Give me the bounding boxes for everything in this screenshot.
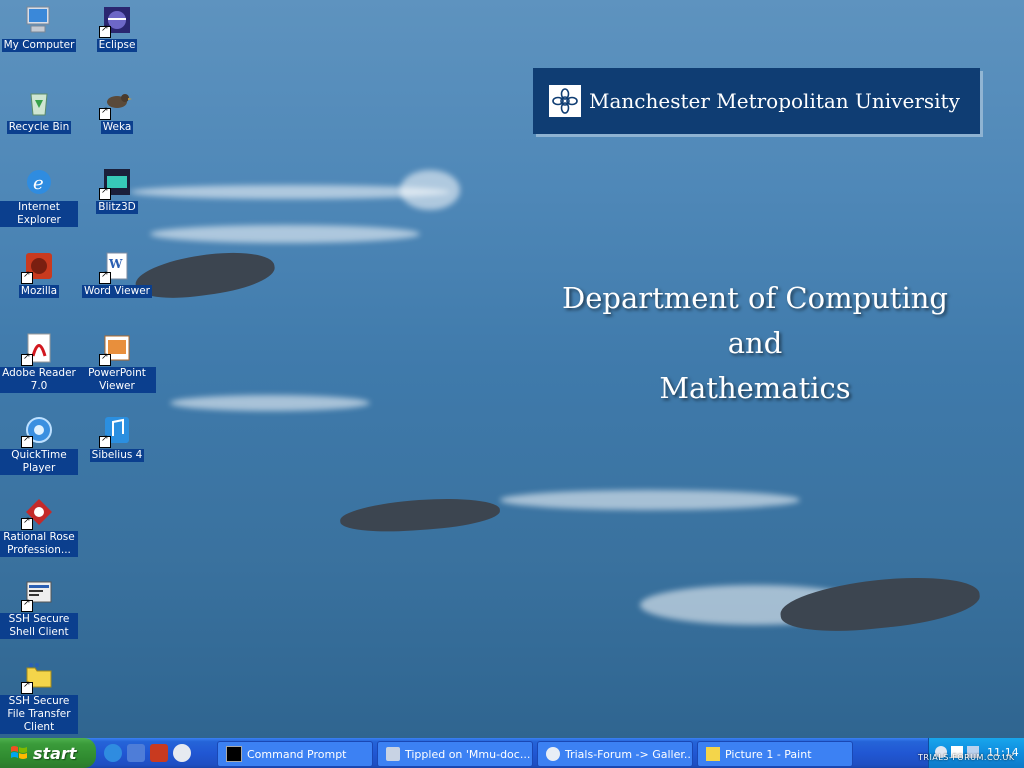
icon-label: Eclipse bbox=[96, 39, 138, 52]
desktop-icon-ssh-shell[interactable]: SSH Secure Shell Client bbox=[0, 578, 78, 639]
rational-rose-icon bbox=[21, 496, 55, 530]
icon-label: My Computer bbox=[1, 39, 77, 52]
icon-label: Blitz3D bbox=[96, 201, 138, 214]
desktop-icon-weka[interactable]: Weka bbox=[78, 86, 156, 134]
task-tippled[interactable]: Tippled on 'Mmu-doc... bbox=[377, 741, 533, 767]
start-label: start bbox=[33, 743, 77, 763]
wave bbox=[500, 490, 800, 510]
dolphin bbox=[339, 494, 501, 536]
dolphin bbox=[778, 569, 982, 639]
mozilla-icon[interactable] bbox=[150, 744, 168, 762]
mozilla-icon bbox=[21, 250, 55, 284]
desktop-icon-adobe-reader[interactable]: Adobe Reader 7.0 bbox=[0, 332, 78, 393]
shortcut-arrow-icon bbox=[21, 434, 33, 448]
paint-icon bbox=[706, 747, 720, 761]
desktop[interactable]: Manchester Metropolitan University Depar… bbox=[0, 0, 1024, 738]
task-command-prompt[interactable]: Command Prompt bbox=[217, 741, 373, 767]
eclipse-icon bbox=[99, 4, 133, 38]
task-paint[interactable]: Picture 1 - Paint bbox=[697, 741, 853, 767]
task-label: Tippled on 'Mmu-doc... bbox=[405, 747, 531, 761]
browser-icon[interactable] bbox=[127, 744, 145, 762]
desktop-icon-powerpoint-viewer[interactable]: PowerPoint Viewer bbox=[78, 332, 156, 393]
shortcut-arrow-icon bbox=[21, 270, 33, 284]
university-name: Manchester Metropolitan University bbox=[589, 89, 960, 113]
shortcut-arrow-icon bbox=[99, 434, 111, 448]
computer-icon bbox=[23, 4, 55, 36]
task-trials-forum[interactable]: Trials-Forum -> Galler... bbox=[537, 741, 693, 767]
shortcut-arrow-icon bbox=[21, 352, 33, 366]
shortcut-arrow-icon bbox=[99, 270, 111, 284]
desktop-icon-internet-explorer[interactable]: e Internet Explorer bbox=[0, 166, 78, 227]
shortcut-arrow-icon bbox=[99, 186, 111, 200]
desktop-icon-ssh-file-transfer[interactable]: SSH Secure File Transfer Client bbox=[0, 660, 78, 734]
blitz3d-icon bbox=[99, 166, 133, 200]
department-line: and bbox=[727, 326, 783, 360]
shortcut-arrow-icon bbox=[99, 352, 111, 366]
svg-text:W: W bbox=[108, 257, 123, 271]
mmu-logo-icon bbox=[549, 85, 581, 117]
media-player-icon[interactable] bbox=[173, 744, 191, 762]
command-prompt-icon bbox=[226, 746, 242, 762]
desktop-icon-quicktime[interactable]: QuickTime Player bbox=[0, 414, 78, 475]
department-title: Department of Computing and Mathematics bbox=[520, 276, 990, 411]
ssh-shell-icon bbox=[21, 578, 55, 612]
start-button[interactable]: start bbox=[0, 738, 96, 768]
quick-launch bbox=[104, 744, 191, 762]
icon-label: Sibelius 4 bbox=[89, 449, 145, 462]
internet-explorer-icon[interactable] bbox=[104, 744, 122, 762]
icon-label: Internet Explorer bbox=[0, 201, 78, 227]
desktop-icon-rational-rose[interactable]: Rational Rose Profession... bbox=[0, 496, 78, 557]
shortcut-arrow-icon bbox=[99, 24, 111, 38]
desktop-icon-mozilla[interactable]: Mozilla bbox=[0, 250, 78, 298]
browser-page-icon bbox=[546, 747, 560, 761]
shortcut-arrow-icon bbox=[21, 680, 33, 694]
shortcut-arrow-icon bbox=[99, 106, 111, 120]
shortcut-arrow-icon bbox=[21, 598, 33, 612]
wave bbox=[150, 225, 420, 243]
task-label: Command Prompt bbox=[247, 747, 347, 761]
desktop-icon-sibelius[interactable]: Sibelius 4 bbox=[78, 414, 156, 462]
recycle-bin-icon bbox=[23, 86, 55, 118]
icon-label: Word Viewer bbox=[81, 285, 153, 298]
icon-label: Mozilla bbox=[18, 285, 60, 298]
file-transfer-icon bbox=[386, 747, 400, 761]
icon-label: QuickTime Player bbox=[0, 449, 78, 475]
ssh-file-transfer-icon bbox=[21, 660, 55, 694]
watermark: TRIALS-FORUM.CO.UK bbox=[918, 753, 1015, 762]
svg-text:e: e bbox=[33, 173, 44, 194]
internet-explorer-icon: e bbox=[23, 166, 55, 198]
department-line: Department of Computing bbox=[562, 281, 948, 315]
icon-label: Rational Rose Profession... bbox=[0, 531, 78, 557]
desktop-icon-my-computer[interactable]: My Computer bbox=[0, 4, 78, 52]
desktop-icon-eclipse[interactable]: Eclipse bbox=[78, 4, 156, 52]
sibelius-icon bbox=[99, 414, 133, 448]
wave bbox=[170, 395, 370, 411]
task-label: Trials-Forum -> Galler... bbox=[565, 747, 693, 761]
university-banner: Manchester Metropolitan University bbox=[533, 68, 980, 134]
desktop-icon-word-viewer[interactable]: W Word Viewer bbox=[78, 250, 156, 298]
icon-label: Weka bbox=[100, 121, 134, 134]
word-viewer-icon: W bbox=[99, 250, 133, 284]
icon-label: Adobe Reader 7.0 bbox=[0, 367, 78, 393]
taskbar: start Command Prompt Tippled on 'Mmu-doc… bbox=[0, 738, 1024, 768]
department-line: Mathematics bbox=[659, 371, 851, 405]
icon-label: Recycle Bin bbox=[6, 121, 72, 134]
icon-label: SSH Secure File Transfer Client bbox=[0, 695, 78, 734]
adobe-reader-icon bbox=[21, 332, 55, 366]
quicktime-icon bbox=[21, 414, 55, 448]
task-label: Picture 1 - Paint bbox=[725, 747, 812, 761]
icon-label: SSH Secure Shell Client bbox=[0, 613, 78, 639]
wave bbox=[400, 170, 460, 210]
icon-label: PowerPoint Viewer bbox=[78, 367, 156, 393]
shortcut-arrow-icon bbox=[21, 516, 33, 530]
windows-flag-icon bbox=[11, 746, 27, 759]
powerpoint-viewer-icon bbox=[99, 332, 133, 366]
desktop-icon-blitz3d[interactable]: Blitz3D bbox=[78, 166, 156, 214]
weka-bird-icon bbox=[99, 86, 133, 120]
desktop-icon-recycle-bin[interactable]: Recycle Bin bbox=[0, 86, 78, 134]
